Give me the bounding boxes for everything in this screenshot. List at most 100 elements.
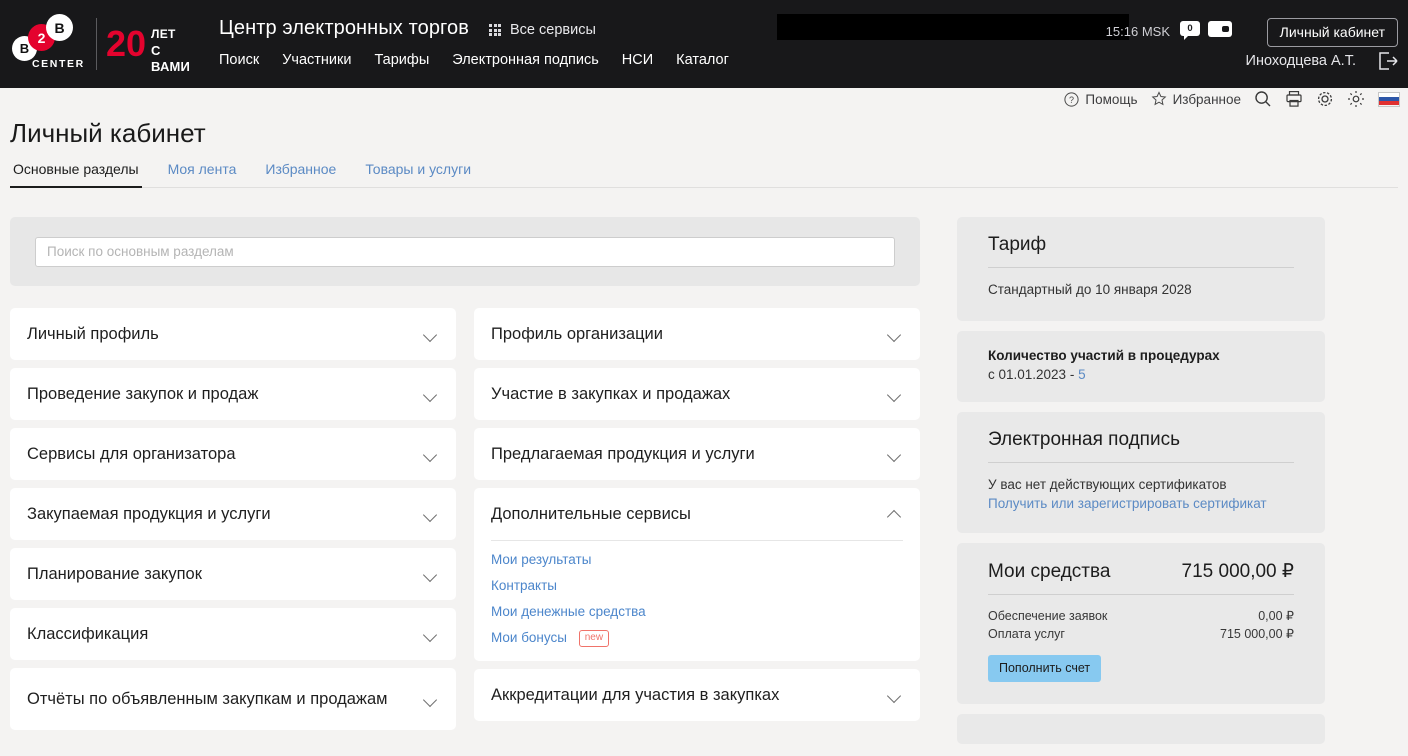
funds-row-label: Обеспечение заявок — [988, 609, 1108, 623]
section-title: Личный профиль — [27, 324, 159, 343]
all-services-button[interactable]: Все сервисы — [489, 22, 596, 38]
print-icon[interactable] — [1285, 90, 1303, 108]
funds-row-bid-security: Обеспечение заявок 0,00 ₽ — [988, 607, 1294, 625]
section-header[interactable]: Участие в закупках и продажах — [491, 368, 903, 420]
tab-favorites[interactable]: Избранное — [262, 161, 339, 188]
user-name[interactable]: Иноходцева А.Т. — [1246, 53, 1356, 69]
logout-icon[interactable] — [1376, 50, 1400, 72]
logo-circle-b-right: B — [46, 14, 73, 41]
link-contracts[interactable]: Контракты — [491, 578, 903, 593]
section-classification[interactable]: Классификация — [10, 608, 456, 660]
help-button[interactable]: ? Помощь — [1064, 91, 1138, 107]
search-icon[interactable] — [1254, 90, 1272, 108]
chevron-down-icon — [887, 687, 903, 703]
nav-item-nsi[interactable]: НСИ — [622, 52, 653, 68]
nav-item-tariffs[interactable]: Тарифы — [374, 52, 429, 68]
section-conducting-purchases[interactable]: Проведение закупок и продаж — [10, 368, 456, 420]
link-my-bonuses[interactable]: Мои бонусы new — [491, 630, 903, 647]
section-header[interactable]: Отчёты по объявленным закупкам и продажа… — [27, 668, 439, 730]
section-title: Сервисы для организатора — [27, 444, 236, 463]
funds-header: Мои средства 715 000,00 ₽ — [988, 560, 1294, 583]
signature-card: Электронная подпись У вас нет действующи… — [957, 412, 1325, 533]
chevron-down-icon — [887, 326, 903, 342]
nav-item-search[interactable]: Поиск — [219, 52, 259, 68]
section-header[interactable]: Аккредитации для участия в закупках — [491, 669, 903, 721]
tab-main-sections[interactable]: Основные разделы — [10, 161, 142, 188]
server-clock: 15:16 MSK — [1105, 24, 1170, 39]
section-purchased-products[interactable]: Закупаемая продукция и услуги — [10, 488, 456, 540]
section-header[interactable]: Личный профиль — [27, 308, 439, 360]
chevron-down-icon — [423, 326, 439, 342]
utility-bar: ? Помощь Избранное — [0, 88, 1408, 120]
gear-icon[interactable] — [1316, 90, 1334, 108]
section-reports[interactable]: Отчёты по объявленным закупкам и продажа… — [10, 668, 456, 730]
sections-search-panel — [10, 217, 920, 286]
ru-flag-icon[interactable] — [1378, 91, 1400, 107]
site-logo[interactable]: B 2 B CENTER 20 ЛЕТ С ВАМИ — [8, 12, 198, 74]
section-personal-profile[interactable]: Личный профиль — [10, 308, 456, 360]
messages-icon[interactable]: 0 — [1180, 21, 1200, 40]
participations-count[interactable]: 5 — [1078, 367, 1086, 382]
link-label: Мои бонусы — [491, 630, 567, 645]
new-badge: new — [578, 630, 610, 647]
section-additional-services[interactable]: Дополнительные сервисы Мои результаты Ко… — [474, 488, 920, 661]
section-title: Проведение закупок и продаж — [27, 384, 259, 403]
nav-item-catalog[interactable]: Каталог — [676, 52, 729, 68]
section-organizer-services[interactable]: Сервисы для организатора — [10, 428, 456, 480]
section-purchase-planning[interactable]: Планирование закупок — [10, 548, 456, 600]
sections-column-left: Личный профиль Проведение закупок и прод… — [10, 308, 456, 730]
section-header[interactable]: Предлагаемая продукция и услуги — [491, 428, 903, 480]
section-header[interactable]: Сервисы для организатора — [27, 428, 439, 480]
question-circle-icon: ? — [1064, 91, 1080, 107]
logo-years-label: ЛЕТ — [151, 27, 176, 41]
signature-status: У вас нет действующих сертификатов — [988, 477, 1227, 492]
section-accreditations[interactable]: Аккредитации для участия в закупках — [474, 669, 920, 721]
signature-register-link[interactable]: Получить или зарегистрировать сертификат — [988, 496, 1294, 511]
section-participation-purchases[interactable]: Участие в закупках и продажах — [474, 368, 920, 420]
cabinet-button[interactable]: Личный кабинет — [1266, 18, 1398, 47]
chevron-down-icon — [423, 566, 439, 582]
star-icon — [1151, 91, 1167, 107]
section-separator — [491, 540, 903, 541]
section-header[interactable]: Планирование закупок — [27, 548, 439, 600]
all-services-label: Все сервисы — [510, 22, 596, 38]
link-my-funds[interactable]: Мои денежные средства — [491, 604, 903, 619]
wallet-icon[interactable] — [1208, 21, 1232, 37]
chevron-down-icon — [423, 691, 439, 707]
brightness-icon[interactable] — [1347, 90, 1365, 108]
chevron-down-icon — [423, 446, 439, 462]
section-header[interactable]: Закупаемая продукция и услуги — [27, 488, 439, 540]
brand-title: Центр электронных торгов — [219, 17, 469, 39]
tariff-title: Тариф — [988, 234, 1047, 255]
nav-item-participants[interactable]: Участники — [282, 52, 351, 68]
section-offered-products[interactable]: Предлагаемая продукция и услуги — [474, 428, 920, 480]
search-input[interactable] — [35, 236, 895, 267]
favorites-button[interactable]: Избранное — [1151, 91, 1241, 107]
chevron-down-icon — [887, 386, 903, 402]
section-header[interactable]: Классификация — [27, 608, 439, 660]
page-tabs: Основные разделы Моя лента Избранное Тов… — [10, 160, 1398, 188]
section-header[interactable]: Профиль организации — [491, 308, 903, 360]
link-my-results[interactable]: Мои результаты — [491, 552, 903, 567]
section-title: Закупаемая продукция и услуги — [27, 504, 271, 523]
sections-columns: Личный профиль Проведение закупок и прод… — [10, 308, 920, 730]
section-header[interactable]: Проведение закупок и продаж — [27, 368, 439, 420]
participations-period: с 01.01.2023 - 5 — [988, 365, 1294, 384]
chevron-down-icon — [423, 506, 439, 522]
section-organization-profile[interactable]: Профиль организации — [474, 308, 920, 360]
chevron-down-icon — [423, 386, 439, 402]
main-navigation: Поиск Участники Тарифы Электронная подпи… — [219, 52, 729, 68]
header-banner-placeholder — [777, 14, 1129, 40]
tab-my-feed[interactable]: Моя лента — [165, 161, 240, 188]
right-sidebar: Тариф Стандартный до 10 января 2028 Коли… — [957, 217, 1325, 744]
logo-center-text: CENTER — [32, 58, 85, 70]
tab-goods-services[interactable]: Товары и услуги — [362, 161, 474, 188]
section-title: Отчёты по объявленным закупкам и продажа… — [27, 689, 388, 708]
section-header[interactable]: Дополнительные сервисы — [491, 488, 903, 540]
section-title: Участие в закупках и продажах — [491, 384, 731, 403]
funds-title: Мои средства — [988, 561, 1111, 582]
section-title: Классификация — [27, 624, 149, 643]
funds-row-value: 715 000,00 ₽ — [1220, 627, 1294, 641]
nav-item-esignature[interactable]: Электронная подпись — [452, 52, 599, 68]
topup-account-button[interactable]: Пополнить счет — [988, 655, 1102, 682]
